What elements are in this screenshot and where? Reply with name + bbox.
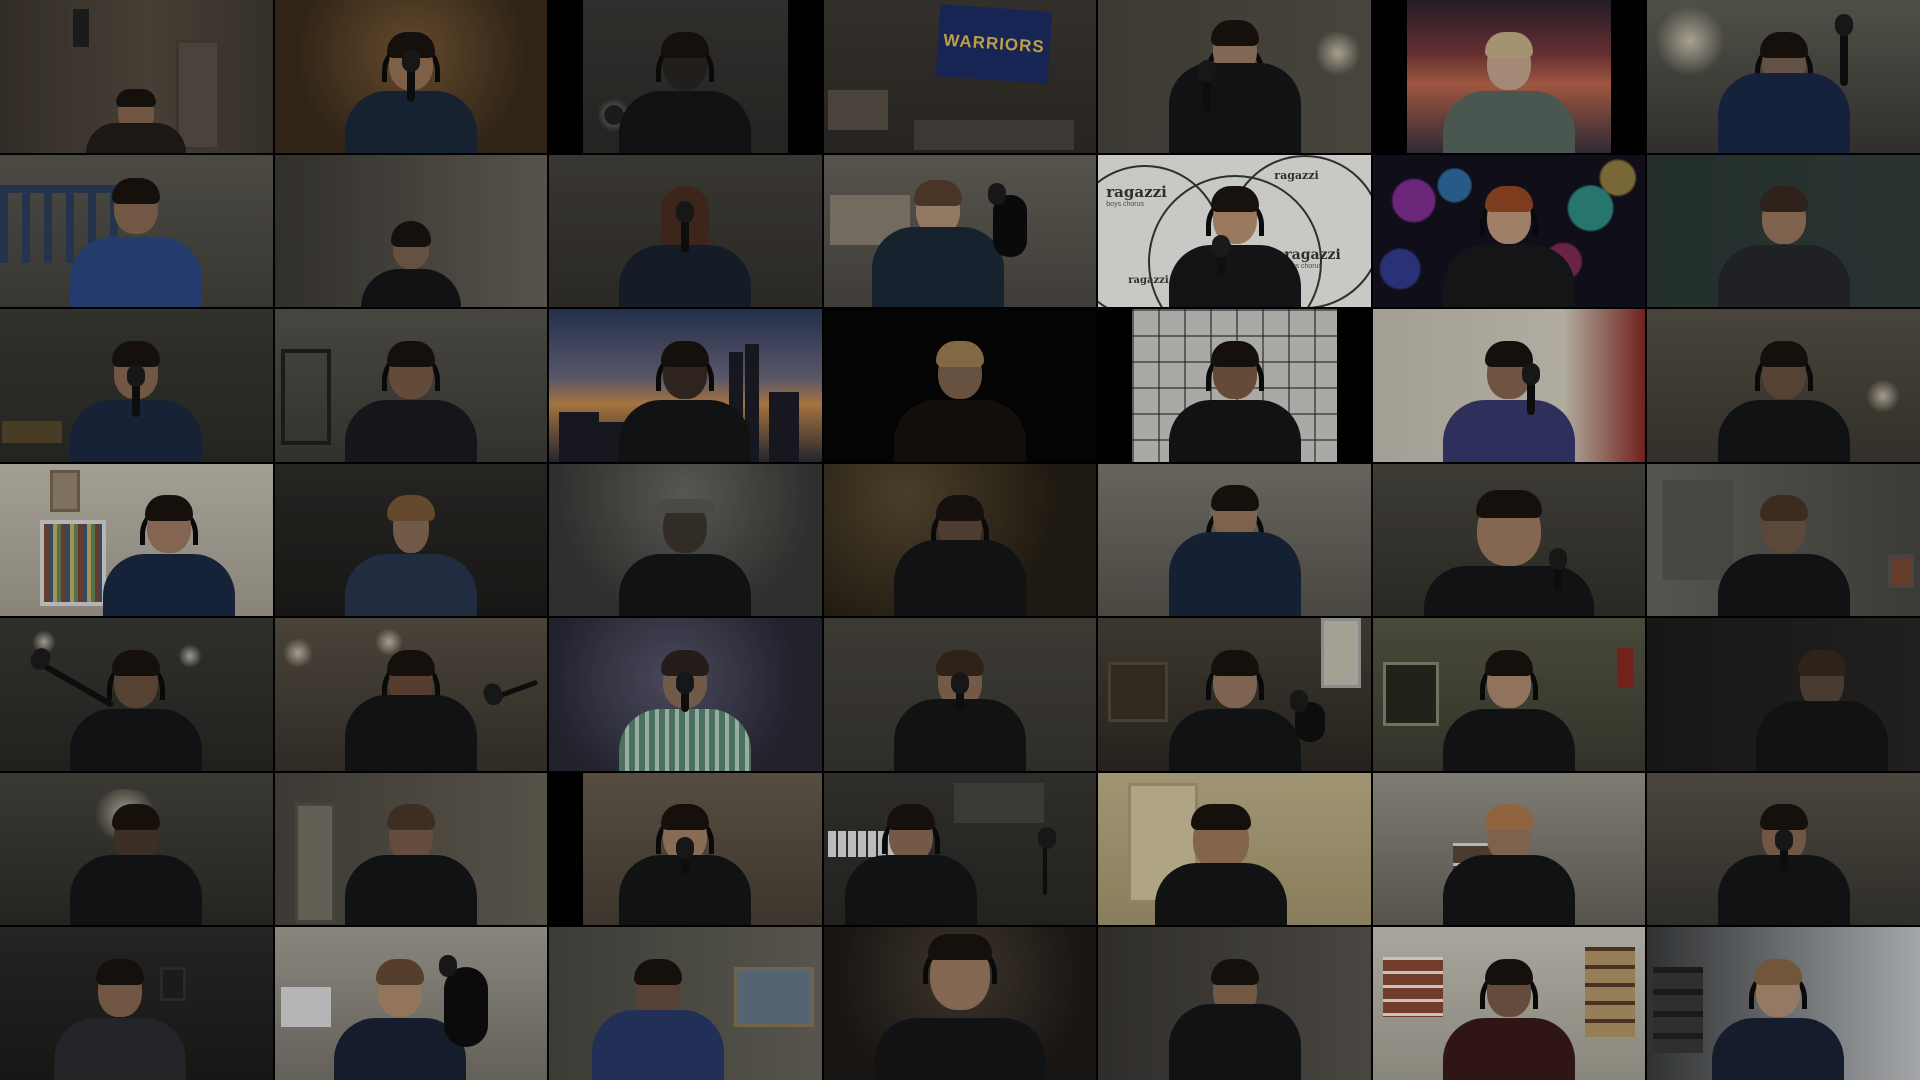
participant-tile[interactable] xyxy=(823,772,1097,926)
participant-tile[interactable] xyxy=(1098,772,1371,926)
participant-tile[interactable] xyxy=(274,618,548,771)
participant-tile[interactable] xyxy=(0,927,273,1080)
participant-tile[interactable] xyxy=(1372,772,1646,926)
participant-tile[interactable] xyxy=(1372,154,1646,308)
participant-tile[interactable] xyxy=(549,772,822,926)
participant-tile[interactable] xyxy=(0,0,273,153)
participant-tile[interactable] xyxy=(0,309,273,462)
participant-tile[interactable] xyxy=(274,0,548,153)
participant-tile[interactable] xyxy=(1372,927,1646,1080)
participant-tile[interactable] xyxy=(549,154,822,308)
participant-gallery: WARRIORS ragazzi boys chorus ragazzi rag… xyxy=(0,0,1920,1080)
participant-tile[interactable] xyxy=(274,463,548,617)
participant-tile[interactable] xyxy=(0,772,273,926)
participant-tile[interactable] xyxy=(1098,618,1371,771)
participant-tile[interactable]: WARRIORS xyxy=(823,0,1097,153)
ragazzi-tagline: boys chorus xyxy=(1106,200,1145,208)
participant-tile[interactable] xyxy=(549,463,822,617)
participant-tile[interactable] xyxy=(1647,309,1920,462)
participant-tile[interactable] xyxy=(1372,463,1646,617)
participant-tile[interactable] xyxy=(549,618,822,771)
participant-tile[interactable] xyxy=(274,309,548,462)
participant-tile[interactable] xyxy=(1098,463,1371,617)
participant-tile[interactable] xyxy=(0,618,273,771)
participant-tile[interactable] xyxy=(1372,0,1646,153)
flag-text: WARRIORS xyxy=(942,30,1046,57)
participant-tile[interactable] xyxy=(1647,463,1920,617)
participant-tile[interactable] xyxy=(1647,154,1920,308)
ragazzi-logo: ragazzi boys chorus xyxy=(1106,183,1167,208)
participant-tile[interactable] xyxy=(549,309,822,462)
participant-tile[interactable] xyxy=(549,927,822,1080)
participant-tile[interactable]: ragazzi boys chorus ragazzi ragazzi boys c… xyxy=(1098,154,1371,308)
participant-tile[interactable] xyxy=(1647,618,1920,771)
participant-tile[interactable] xyxy=(823,154,1097,308)
ragazzi-name: ragazzi xyxy=(1274,168,1319,182)
participant-tile[interactable] xyxy=(274,927,548,1080)
participant-tile[interactable] xyxy=(823,618,1097,771)
participant-tile[interactable] xyxy=(1647,0,1920,153)
participant-tile[interactable] xyxy=(274,154,548,308)
ragazzi-name: ragazzi xyxy=(1106,182,1167,201)
warriors-flag: WARRIORS xyxy=(935,4,1053,84)
participant-tile[interactable] xyxy=(0,463,273,617)
participant-tile[interactable] xyxy=(1647,927,1920,1080)
participant-tile[interactable] xyxy=(1098,309,1371,462)
participant-tile[interactable] xyxy=(823,927,1097,1080)
participant-tile[interactable] xyxy=(0,154,273,308)
participant-tile[interactable] xyxy=(549,0,822,153)
participant-tile[interactable] xyxy=(1098,0,1371,153)
participant-tile[interactable] xyxy=(1372,309,1646,462)
ragazzi-logo: ragazzi xyxy=(1274,169,1318,182)
participant-tile[interactable] xyxy=(1098,927,1371,1080)
participant-tile[interactable] xyxy=(1372,618,1646,771)
participant-tile[interactable] xyxy=(823,463,1097,617)
participant-tile[interactable] xyxy=(823,309,1097,462)
participant-tile[interactable] xyxy=(274,772,548,926)
participant-tile[interactable] xyxy=(1647,772,1920,926)
